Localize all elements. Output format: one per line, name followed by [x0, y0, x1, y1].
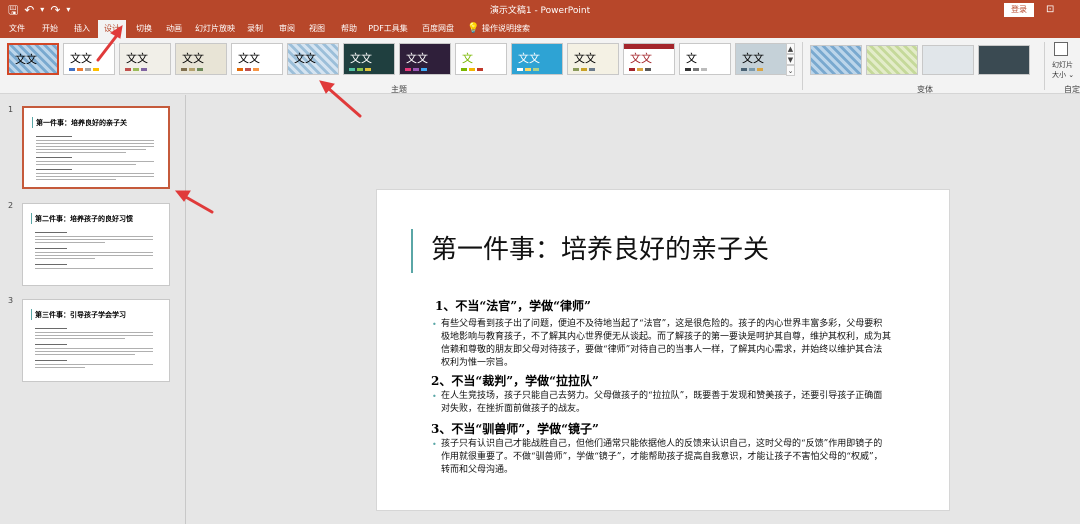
arrow-to-first-slide	[182, 194, 214, 214]
ribbon-tabs: 文件 开始 插入 设计 切换 动画 幻灯片放映 录制 审阅 视图 帮助 PDF工…	[0, 20, 1080, 38]
variant-thumbnail[interactable]	[866, 45, 918, 75]
tab-insert[interactable]: 插入	[68, 20, 96, 38]
variants-group-label: 变体	[917, 85, 933, 94]
theme-thumbnail[interactable]: 文文	[63, 43, 115, 75]
slide-number: 3	[8, 296, 14, 305]
tab-home[interactable]: 开始	[36, 20, 64, 38]
slide-thumbnail[interactable]: 第一件事：培养良好的亲子关	[22, 106, 170, 189]
tab-pdf-tools[interactable]: PDF工具集	[366, 20, 410, 38]
theme-thumbnail[interactable]: 文文	[119, 43, 171, 75]
themes-gallery-scroll: ▲ ▼ ⌄	[786, 43, 795, 77]
slide-number: 1	[8, 105, 14, 114]
login-button[interactable]: 登录	[1004, 3, 1034, 17]
tab-design[interactable]: 设计	[98, 20, 126, 38]
variant-thumbnail[interactable]	[810, 45, 862, 75]
slide-size-icon[interactable]	[1054, 42, 1068, 56]
slide-canvas[interactable]: 第一件事：培养良好的亲子关 1、不当“法官”，学做“律师” • 有些父母看到孩子…	[376, 189, 950, 511]
bullet-icon: •	[432, 320, 437, 329]
lightbulb-icon: 💡	[467, 23, 480, 34]
tab-animations[interactable]: 动画	[160, 20, 188, 38]
thumb-accent	[31, 309, 32, 320]
bullet-icon: •	[432, 392, 437, 401]
slide-size-button[interactable]: 幻灯片 大小 ⌄	[1052, 60, 1080, 80]
thumb-title: 第三件事：引导孩子学会学习	[35, 310, 126, 319]
thumb-title: 第二件事：培养孩子的良好习惯	[35, 214, 133, 223]
title-bar: 🖫 ↶ ▾ ↷ ▾ 演示文稿1 - PowerPoint 登录 ⊡	[0, 0, 1080, 20]
section-paragraph[interactable]: 孩子只有认识自己才能战胜自己，但他们通常只能依据他人的反馈来认识自己，这时父母的…	[441, 438, 891, 477]
gallery-more-icon[interactable]: ⌄	[786, 65, 795, 76]
section-heading[interactable]: 2、不当“裁判”，学做“拉拉队”	[431, 373, 599, 389]
tab-slideshow[interactable]: 幻灯片放映	[192, 20, 238, 38]
section-paragraph[interactable]: 在人生竞技场，孩子只能自己去努力。父母做孩子的“拉拉队”，既要善于发现和赞美孩子…	[441, 390, 891, 416]
theme-thumbnail[interactable]: 文	[455, 43, 507, 75]
tab-record[interactable]: 录制	[242, 20, 268, 38]
group-divider	[802, 42, 803, 90]
tab-view[interactable]: 视图	[304, 20, 330, 38]
tab-file[interactable]: 文件	[4, 20, 30, 38]
slide-thumbnail[interactable]: 第二件事：培养孩子的良好习惯	[22, 203, 170, 286]
section-paragraph[interactable]: 有些父母看到孩子出了问题，便迫不及待地当起了“法官”，这是很危险的。孩子的内心世…	[441, 318, 891, 370]
theme-thumbnail[interactable]: 文文	[175, 43, 227, 75]
powerpoint-window: 🖫 ↶ ▾ ↷ ▾ 演示文稿1 - PowerPoint 登录 ⊡ 文件 开始 …	[0, 0, 1080, 524]
title-accent-bar	[411, 229, 413, 273]
scroll-up-icon[interactable]: ▲	[786, 43, 795, 54]
theme-thumbnail[interactable]: 文文	[287, 43, 339, 75]
group-divider	[1044, 42, 1045, 90]
theme-thumbnail[interactable]: 文文	[623, 43, 675, 75]
theme-thumbnail[interactable]: 文文	[231, 43, 283, 75]
tab-help[interactable]: 帮助	[336, 20, 362, 38]
themes-group-label: 主题	[391, 85, 407, 94]
tab-review[interactable]: 审阅	[274, 20, 300, 38]
section-heading[interactable]: 3、不当“驯兽师”，学做“镜子”	[431, 421, 599, 437]
thumb-accent	[31, 213, 32, 224]
theme-thumbnail[interactable]: 文文	[511, 43, 563, 75]
slide-thumbnail-pane: 1 第一件事：培养良好的亲子关 2 第二件事：培养孩子的良好习惯 3 第三件事：…	[0, 95, 186, 524]
slide-number: 2	[8, 201, 14, 210]
scroll-down-icon[interactable]: ▼	[786, 54, 795, 65]
theme-thumbnail[interactable]: 文文	[567, 43, 619, 75]
theme-thumbnail[interactable]: 文文	[343, 43, 395, 75]
ribbon-display-options-icon[interactable]: ⊡	[1046, 3, 1054, 17]
theme-thumbnail[interactable]: 文文	[7, 43, 59, 75]
thumb-title: 第一件事：培养良好的亲子关	[36, 118, 127, 127]
tab-transitions[interactable]: 切换	[130, 20, 158, 38]
design-ribbon: 文文 文文 文文 文文 文文 文文 文文 文文 文 文文 文文 文文 文 文文 …	[0, 38, 1080, 94]
document-title: 演示文稿1 - PowerPoint	[489, 6, 591, 16]
slide-title[interactable]: 第一件事：培养良好的亲子关	[431, 232, 769, 268]
theme-thumbnail[interactable]: 文	[679, 43, 731, 75]
slide-thumbnail[interactable]: 第三件事：引导孩子学会学习	[22, 299, 170, 382]
tab-baidu-netdisk[interactable]: 百度网盘	[418, 20, 458, 38]
thumb-accent	[32, 117, 33, 128]
tell-me-search[interactable]: 操作说明搜索	[480, 20, 532, 38]
variant-thumbnail[interactable]	[922, 45, 974, 75]
section-heading[interactable]: 1、不当“法官”，学做“律师”	[435, 298, 591, 314]
theme-thumbnail[interactable]: 文文	[735, 43, 787, 75]
theme-thumbnail[interactable]: 文文	[399, 43, 451, 75]
variant-thumbnail[interactable]	[978, 45, 1030, 75]
customize-group-label: 自定	[1064, 85, 1080, 94]
bullet-icon: •	[432, 440, 437, 449]
